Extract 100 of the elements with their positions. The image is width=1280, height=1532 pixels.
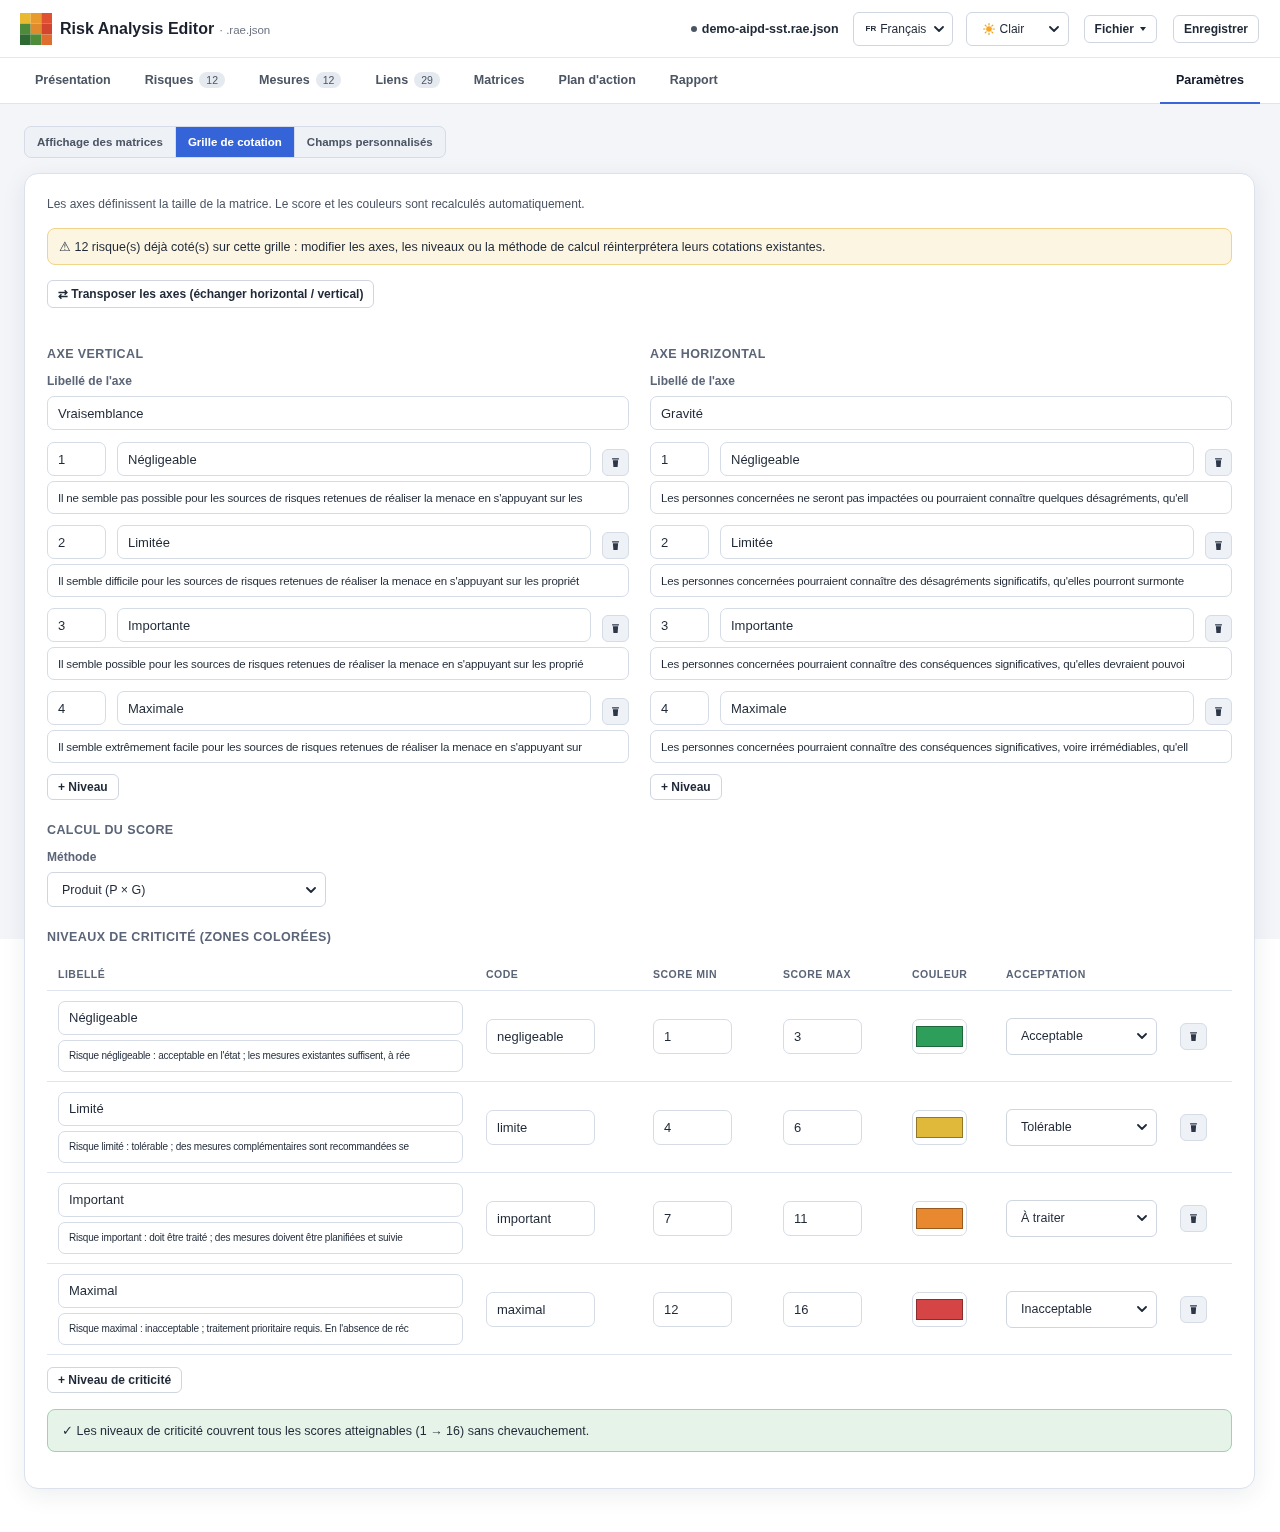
nav-tab[interactable]: Rapport — [652, 58, 735, 104]
level-name-field[interactable]: Maximale — [117, 691, 591, 725]
score-min-field[interactable]: 7 — [653, 1200, 732, 1236]
score-max-field[interactable]: 11 — [783, 1200, 862, 1236]
code-field[interactable]: negligeable — [486, 1018, 595, 1054]
delete-button[interactable] — [602, 614, 629, 642]
chevron-down-icon — [1137, 1306, 1147, 1312]
score-max-field[interactable]: 6 — [783, 1109, 862, 1145]
level-name-field[interactable]: Importante — [720, 608, 1194, 642]
nav-tab[interactable]: Présentation — [18, 58, 128, 104]
save-button[interactable]: Enregistrer — [1172, 14, 1259, 43]
level-label-field[interactable]: Négligeable — [58, 1000, 463, 1035]
level-name-field[interactable]: Importante — [117, 608, 591, 642]
add-criticality-button[interactable]: + Niveau de criticité — [47, 1367, 183, 1393]
delete-button[interactable] — [1180, 1204, 1207, 1232]
level-description-field[interactable]: Risque important : doit être traité ; des mesures doivent être planifiées et suivie — [58, 1221, 463, 1254]
axis-name-field[interactable]: Gravité — [650, 396, 1232, 430]
level-description-field[interactable]: Les personnes concernées pourraient connaître des conséquences significatives, qu'elles devraient pouvoi — [650, 647, 1232, 680]
delete-button[interactable] — [1205, 614, 1232, 642]
acceptation-select[interactable]: Tolérable — [1006, 1108, 1157, 1146]
color-picker[interactable] — [912, 1109, 967, 1145]
acceptation-select[interactable]: Inacceptable — [1006, 1290, 1157, 1328]
level-description-field[interactable]: Risque négligeable : acceptable en l'état ; les mesures existantes suffisent, à rée — [58, 1039, 463, 1072]
nav-tab[interactable]: Risques 12 — [127, 58, 243, 104]
file-name: demo-aipd-sst.rae.json — [701, 21, 839, 36]
add-level-button[interactable]: + Niveau — [650, 774, 722, 800]
level-name-field[interactable]: Négligeable — [117, 442, 591, 476]
level-name-field[interactable]: Maximale — [720, 691, 1194, 725]
level-description-field[interactable]: Il semble difficile pour les sources de risques retenues de réaliser la menace en s'appuyant sur les propriét — [47, 564, 629, 597]
level-value-field[interactable]: 4 — [47, 691, 106, 725]
language-select[interactable]: FR Français — [852, 11, 953, 46]
level-value-field[interactable]: 3 — [47, 608, 106, 642]
count-badge: 29 — [414, 72, 440, 88]
level-label-field[interactable]: Important — [58, 1182, 463, 1217]
sub-tab[interactable]: Grille de cotation — [175, 127, 295, 157]
code-field[interactable]: maximal — [486, 1291, 595, 1327]
acceptation-select[interactable]: À traiter — [1006, 1199, 1157, 1237]
delete-button[interactable] — [1180, 1022, 1207, 1050]
score-min-field[interactable]: 1 — [653, 1018, 732, 1054]
column-header: SCORE MIN — [653, 967, 718, 980]
level-description-field[interactable]: Les personnes concernées pourraient connaître des désagréments significatifs, qu'elles pourront surmonte — [650, 564, 1232, 597]
level-label-field[interactable]: Maximal — [58, 1273, 463, 1308]
delete-button[interactable] — [1205, 531, 1232, 559]
code-field[interactable]: limite — [486, 1109, 595, 1145]
level-description-field[interactable]: Les personnes concernées pourraient connaître des conséquences significatives, voire irrémédiables, qu'ell — [650, 730, 1232, 763]
level-value-field[interactable]: 3 — [650, 608, 709, 642]
app-title: Risk Analysis Editor — [60, 19, 215, 38]
delete-button[interactable] — [1180, 1113, 1207, 1141]
code-field[interactable]: important — [486, 1200, 595, 1236]
acceptation-select[interactable]: Acceptable — [1006, 1017, 1157, 1055]
column-header: SCORE MAX — [783, 967, 853, 980]
score-max-field[interactable]: 16 — [783, 1291, 862, 1327]
column-header: COULEUR — [912, 967, 969, 980]
level-name-field[interactable]: Limitée — [720, 525, 1194, 559]
sub-tab[interactable]: Affichage des matrices — [25, 127, 176, 157]
level-value-field[interactable]: 1 — [650, 442, 709, 476]
level-name-field[interactable]: Négligeable — [720, 442, 1194, 476]
file-menu-button[interactable]: Fichier — [1083, 14, 1157, 43]
logo-icon — [20, 12, 52, 45]
nav-tab[interactable]: Mesures 12 — [242, 58, 359, 104]
level-description-field[interactable]: Risque limité : tolérable ; des mesures complémentaires sont recommandées se — [58, 1130, 463, 1163]
color-picker[interactable] — [912, 1018, 967, 1054]
level-name-field[interactable]: Limitée — [117, 525, 591, 559]
delete-button[interactable] — [602, 448, 629, 476]
level-description-field[interactable]: Il ne semble pas possible pour les sources de risques retenues de réaliser la menace en s'appuyant sur les — [47, 481, 629, 514]
axis-name-field[interactable]: Vraisemblance — [47, 396, 629, 430]
trash-icon — [612, 457, 619, 467]
transpose-button[interactable]: ⇄ Transposer les axes (échanger horizontal / vertical) — [47, 280, 375, 308]
level-description-field[interactable]: Il semble possible pour les sources de risques retenues de réaliser la menace en s'appuyant sur les proprié — [47, 647, 629, 680]
level-description-field[interactable]: Il semble extrêmement facile pour les sources de risques retenues de réaliser la menace en s'appuyant sur — [47, 730, 629, 763]
score-min-field[interactable]: 4 — [653, 1109, 732, 1145]
nav-tab[interactable]: Liens 29 — [358, 58, 457, 104]
section-heading: NIVEAUX DE CRITICITÉ (ZONES COLORÉES) — [47, 929, 333, 945]
nav-tab[interactable]: Matrices — [456, 58, 542, 104]
delete-button[interactable] — [1205, 697, 1232, 725]
method-select[interactable]: Produit (P × G) — [47, 872, 326, 907]
color-picker[interactable] — [912, 1291, 967, 1327]
warning-banner: ⚠ 12 risque(s) déjà coté(s) sur cette grille : modifier les axes, les niveaux ou la méthode de calcul réinterprétera leurs cotations existantes. — [47, 228, 1232, 265]
delete-button[interactable] — [602, 697, 629, 725]
chevron-down-icon — [1137, 1033, 1147, 1039]
color-picker[interactable] — [912, 1200, 967, 1236]
count-badge: 12 — [315, 72, 342, 88]
level-value-field[interactable]: 2 — [650, 525, 709, 559]
score-max-field[interactable]: 3 — [783, 1018, 862, 1054]
delete-button[interactable] — [602, 531, 629, 559]
level-description-field[interactable]: Les personnes concernées ne seront pas impactées ou pourraient connaître quelques désagréments, qu'ell — [650, 481, 1232, 514]
score-min-field[interactable]: 12 — [653, 1291, 732, 1327]
level-label-field[interactable]: Limité — [58, 1091, 463, 1126]
nav-tab[interactable]: Plan d'action — [541, 58, 653, 104]
delete-button[interactable] — [1205, 448, 1232, 476]
trash-icon — [1190, 1031, 1197, 1041]
theme-select[interactable]: Clair — [965, 11, 1069, 46]
add-level-button[interactable]: + Niveau — [47, 774, 119, 800]
chevron-down-icon — [933, 25, 944, 32]
level-value-field[interactable]: 1 — [47, 442, 106, 476]
level-value-field[interactable]: 2 — [47, 525, 106, 559]
sub-tab[interactable]: Champs personnalisés — [294, 127, 445, 157]
delete-button[interactable] — [1180, 1295, 1207, 1323]
level-description-field[interactable]: Risque maximal : inacceptable ; traitement prioritaire requis. En l'absence de réc — [58, 1312, 463, 1345]
level-value-field[interactable]: 4 — [650, 691, 709, 725]
